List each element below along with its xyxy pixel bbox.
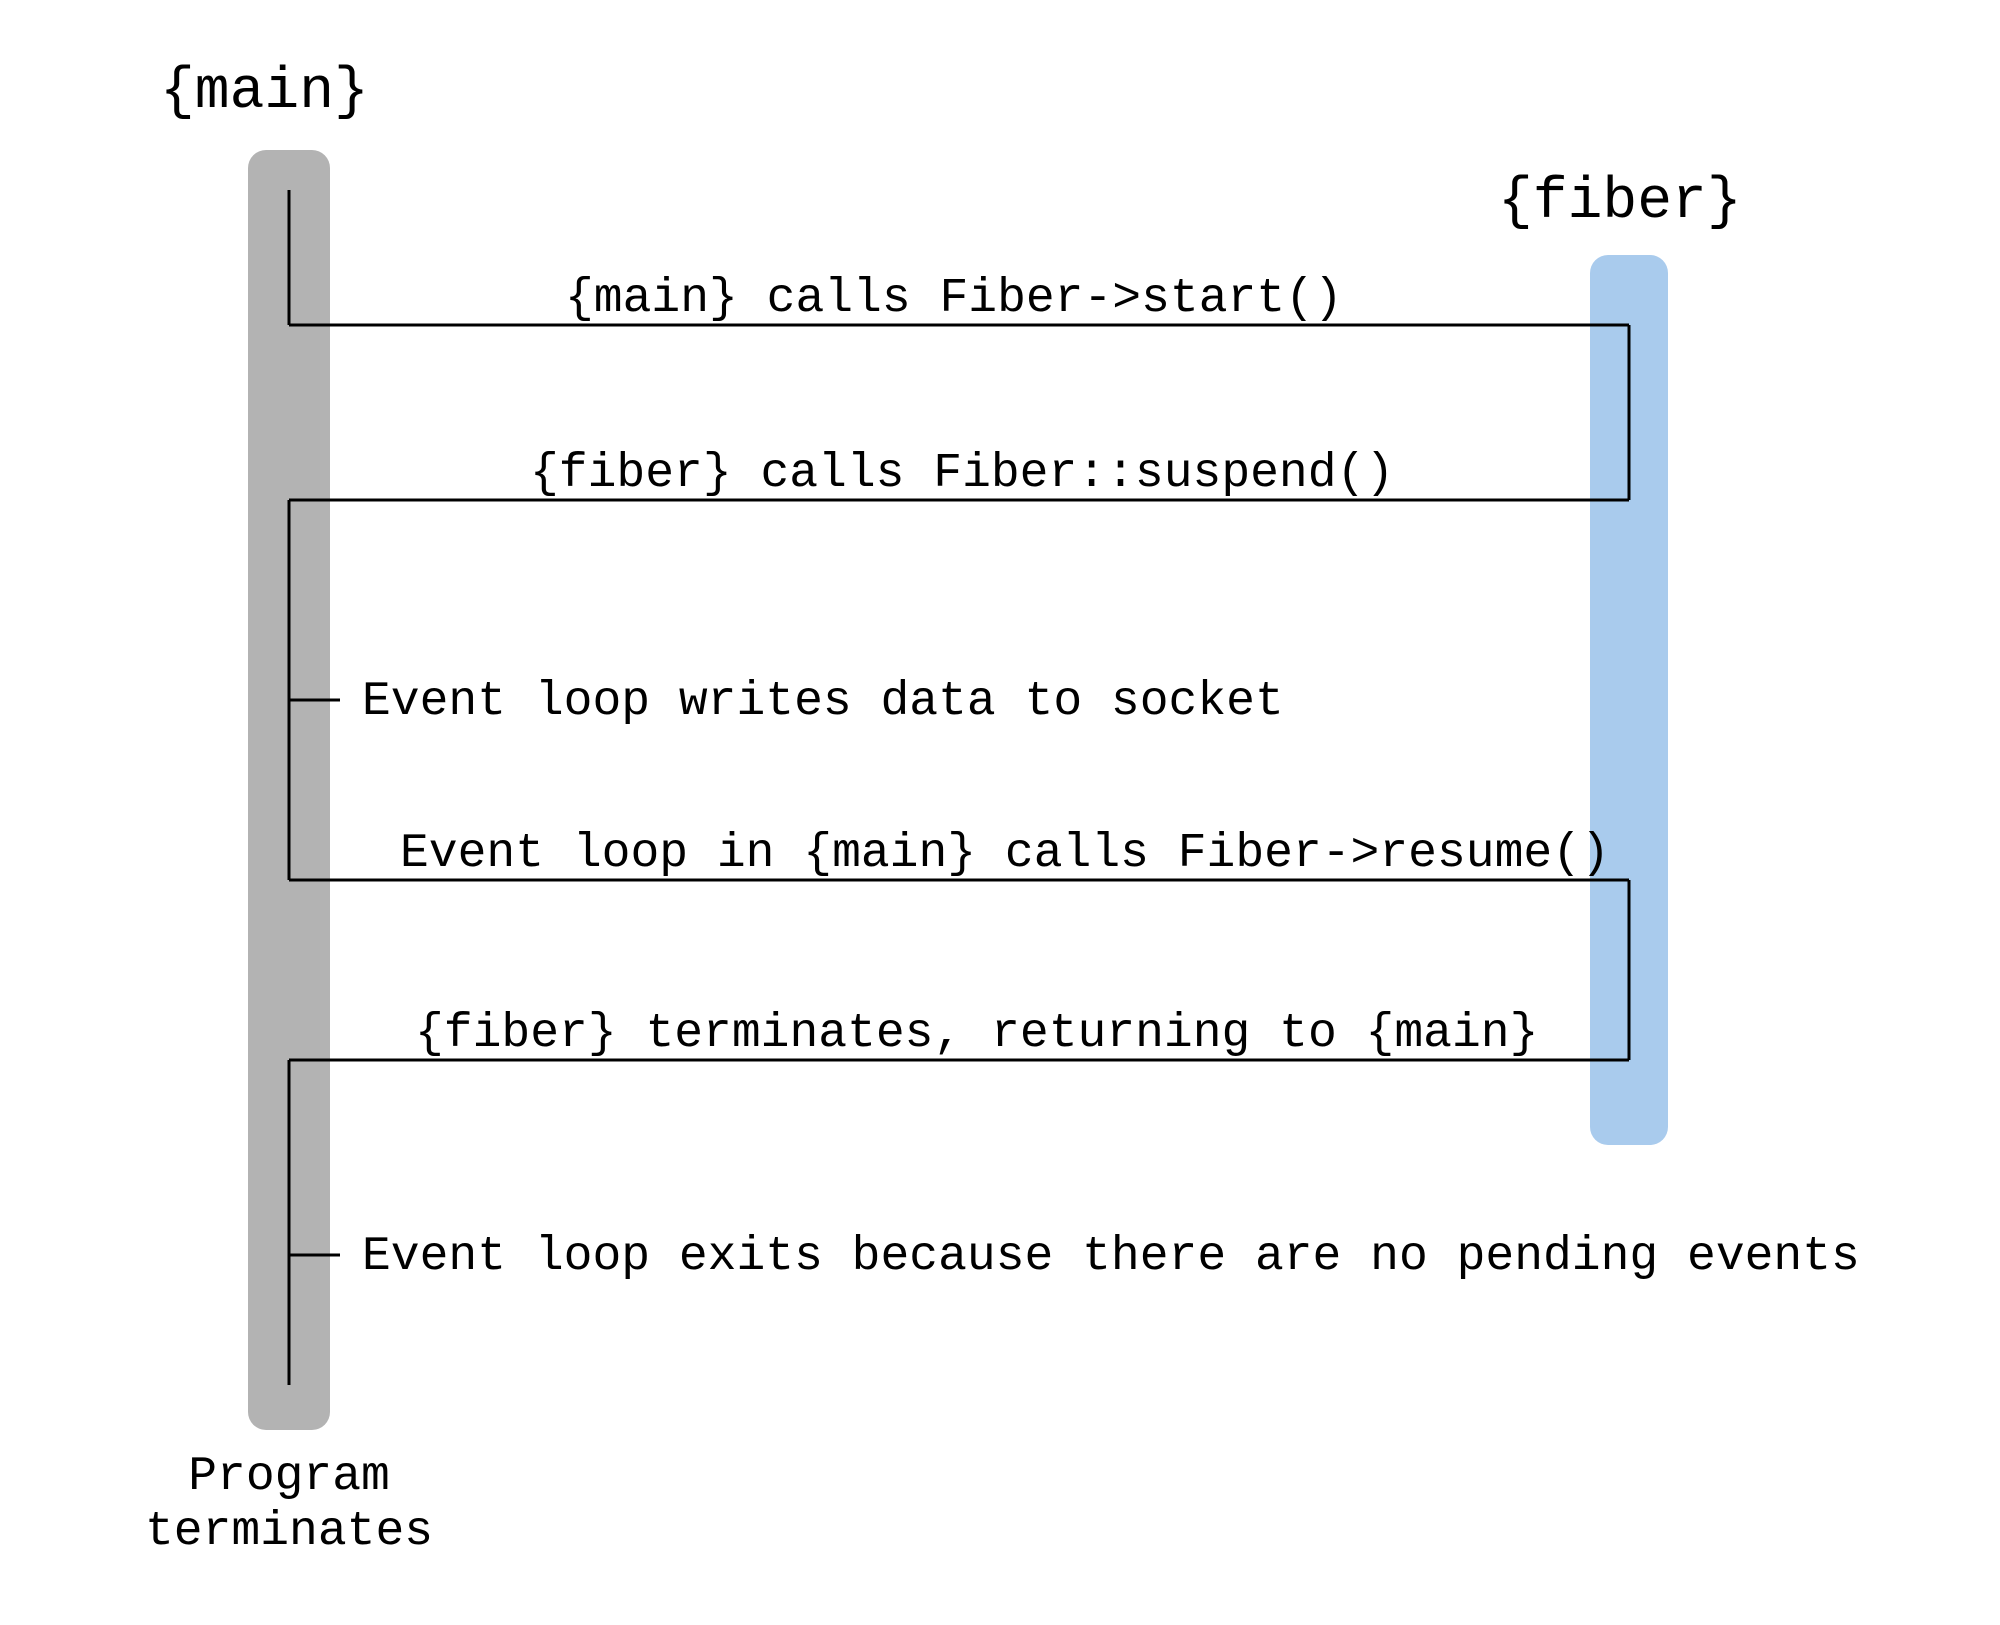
sequence-diagram: {main} {fiber} {main} calls Fiber->start… [0,0,2000,1625]
message-3-label: Event loop writes data to socket [362,675,1284,729]
program-terminates-label: Program terminates [145,1450,433,1560]
message-6-label: Event loop exits because there are no pe… [362,1230,1860,1284]
message-2-label: {fiber} calls Fiber::suspend() [530,447,1394,501]
message-lines [0,0,2000,1625]
message-5-label: {fiber} terminates, returning to {main} [415,1007,1538,1061]
message-4-label: Event loop in {main} calls Fiber->resume… [400,827,1610,881]
message-1-label: {main} calls Fiber->start() [565,272,1343,326]
